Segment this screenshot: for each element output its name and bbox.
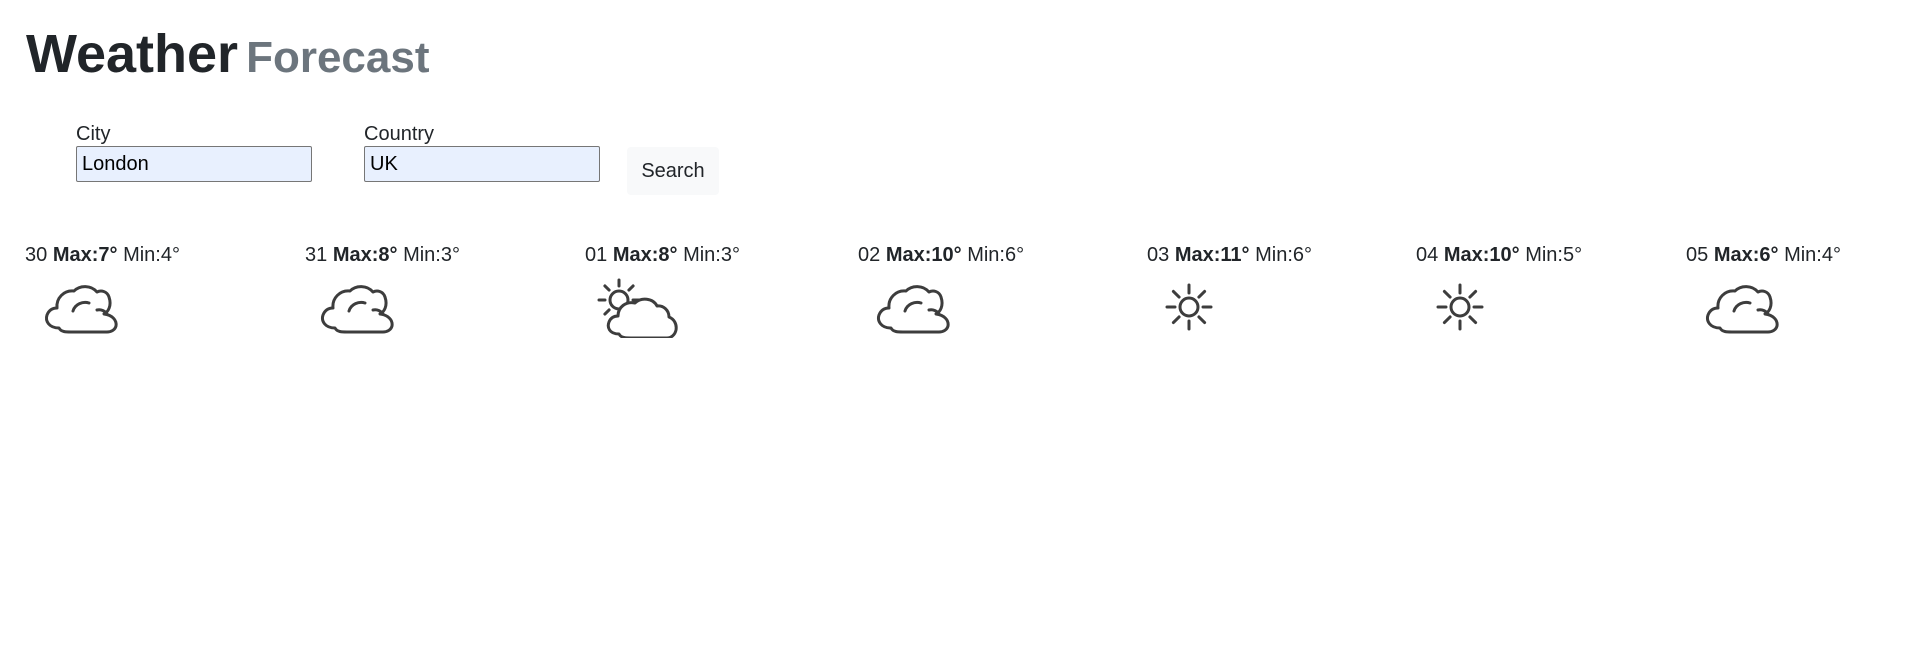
forecast-date: 04 bbox=[1416, 244, 1439, 266]
forecast-day: 03 Max:11° Min:6° bbox=[1147, 242, 1312, 331]
forecast-min: Min:4° bbox=[1784, 244, 1841, 266]
country-label: Country bbox=[364, 123, 435, 145]
cloudy-icon bbox=[45, 285, 118, 334]
forecast-date: 01 bbox=[585, 244, 608, 266]
country-input[interactable] bbox=[364, 146, 600, 182]
forecast-day-label: 04 Max:10° Min:5° bbox=[1416, 242, 1582, 268]
forecast-date: 31 bbox=[305, 244, 328, 266]
forecast-max: Max:8° bbox=[332, 244, 398, 266]
forecast-day-label: 03 Max:11° Min:6° bbox=[1147, 242, 1312, 268]
city-label: City bbox=[76, 123, 111, 145]
city-input[interactable] bbox=[76, 146, 312, 182]
country-field-group: Country bbox=[364, 122, 600, 182]
cloudy-icon bbox=[877, 285, 950, 334]
forecast-max: Max:11° bbox=[1174, 244, 1250, 266]
forecast-day: 04 Max:10° Min:5° bbox=[1416, 242, 1582, 331]
forecast-day-label: 31 Max:8° Min:3° bbox=[305, 242, 460, 268]
cloudy-icon bbox=[321, 285, 394, 334]
forecast-max: Max:7° bbox=[52, 244, 118, 266]
forecast-date: 30 bbox=[25, 244, 48, 266]
forecast-min: Min:4° bbox=[123, 244, 180, 266]
forecast-date: 05 bbox=[1686, 244, 1709, 266]
forecast-max: Max:10° bbox=[885, 244, 962, 266]
search-button[interactable]: Search bbox=[627, 147, 719, 195]
forecast-min: Min:3° bbox=[683, 244, 740, 266]
forecast-max: Max:6° bbox=[1713, 244, 1779, 266]
forecast-day-label: 02 Max:10° Min:6° bbox=[858, 242, 1024, 268]
sunny-icon bbox=[1165, 283, 1213, 331]
forecast-day: 02 Max:10° Min:6° bbox=[858, 242, 1024, 334]
forecast-day-label: 30 Max:7° Min:4° bbox=[25, 242, 180, 268]
forecast-max: Max:10° bbox=[1443, 244, 1520, 266]
forecast-day: 01 Max:8° Min:3° bbox=[585, 242, 740, 338]
forecast-day: 30 Max:7° Min:4° bbox=[25, 242, 180, 334]
forecast-max: Max:8° bbox=[612, 244, 678, 266]
partly-cloudy-icon bbox=[597, 278, 678, 338]
sunny-icon bbox=[1436, 283, 1484, 331]
forecast-min: Min:6° bbox=[967, 244, 1025, 266]
title-subtitle: Forecast bbox=[246, 33, 430, 82]
forecast-min: Min:6° bbox=[1255, 244, 1312, 266]
forecast-date: 02 bbox=[858, 244, 881, 266]
cloudy-icon bbox=[1706, 285, 1779, 334]
forecast-day: 05 Max:6° Min:4° bbox=[1686, 242, 1841, 334]
forecast-date: 03 bbox=[1147, 244, 1170, 266]
title-main: Weather bbox=[26, 24, 239, 84]
city-field-group: City bbox=[76, 122, 312, 182]
forecast-day: 31 Max:8° Min:3° bbox=[305, 242, 460, 334]
forecast-day-label: 01 Max:8° Min:3° bbox=[585, 242, 740, 268]
forecast-min: Min:3° bbox=[403, 244, 460, 266]
forecast-min: Min:5° bbox=[1525, 244, 1583, 266]
page-title: Weather Forecast bbox=[26, 20, 430, 92]
forecast-day-label: 05 Max:6° Min:4° bbox=[1686, 242, 1841, 268]
